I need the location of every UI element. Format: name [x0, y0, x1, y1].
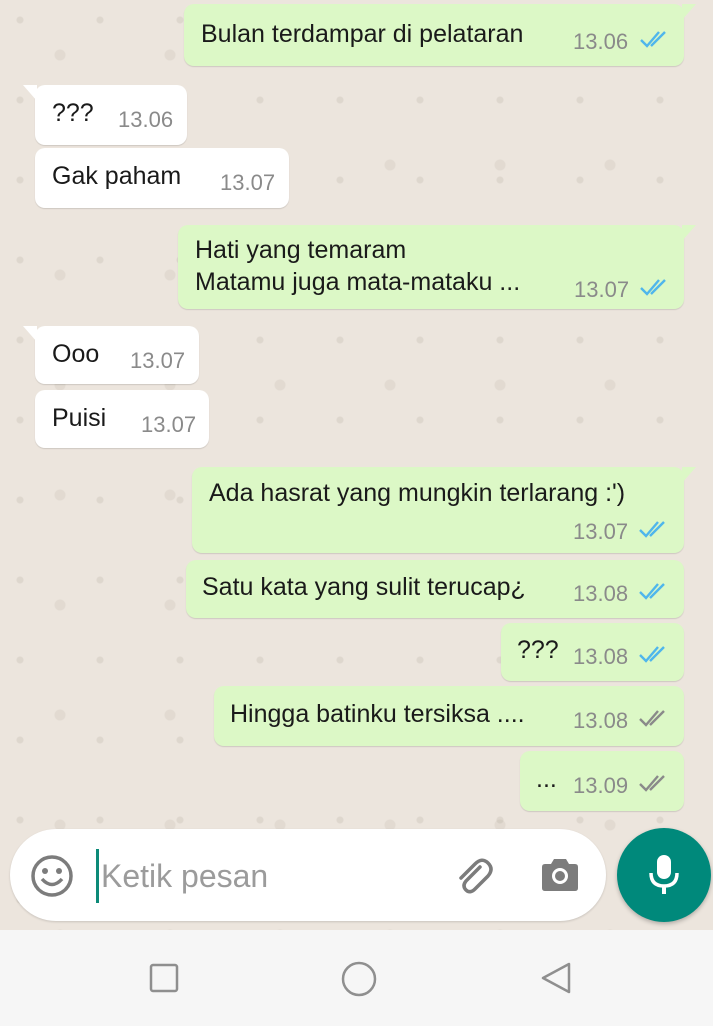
bubble-tail — [23, 85, 37, 101]
bubble-tail — [682, 225, 696, 241]
message-time: 13.07 — [130, 348, 186, 373]
message-time: 13.07 — [573, 519, 629, 544]
double-check-read-icon — [640, 279, 666, 296]
microphone-icon — [649, 855, 679, 894]
emoji-icon[interactable] — [30, 854, 74, 898]
message-time: 13.06 — [118, 107, 174, 132]
message-text: Puisi — [52, 404, 107, 432]
message-bubble-outgoing[interactable]: ??? 13.08 — [501, 623, 684, 681]
message-text: Ooo — [52, 340, 100, 368]
chat-background: Bulan terdampar di pelataran 13.06 ??? 1… — [0, 0, 713, 930]
message-bubble-outgoing[interactable]: Hingga batinku tersiksa .... 13.08 — [214, 686, 684, 746]
double-check-read-icon — [640, 31, 666, 48]
bubble-tail — [682, 467, 696, 483]
message-text: Hingga batinku tersiksa .... — [230, 700, 525, 728]
message-time: 13.08 — [573, 708, 629, 733]
circle-home-icon[interactable] — [340, 960, 378, 998]
system-navigation-bar — [0, 930, 713, 1026]
square-recents-icon[interactable] — [148, 962, 180, 994]
message-text: Satu kata yang sulit terucap¿ — [202, 573, 526, 601]
message-time: 13.07 — [220, 170, 276, 195]
message-composer — [10, 829, 606, 921]
bubble-tail — [682, 4, 696, 20]
message-text: Gak paham — [52, 162, 182, 190]
message-text: Bulan terdampar di pelataran — [201, 20, 524, 48]
double-check-delivered-icon — [639, 775, 665, 792]
message-bubble-outgoing[interactable]: Hati yang temaram Matamu juga mata-matak… — [178, 225, 696, 309]
message-bubble-outgoing[interactable]: Ada hasrat yang mungkin terlarang :') 13… — [192, 467, 696, 553]
double-check-read-icon — [639, 646, 665, 663]
message-bubble-outgoing[interactable]: Bulan terdampar di pelataran 13.06 — [184, 4, 696, 66]
message-text: ??? — [517, 636, 559, 664]
message-time: 13.08 — [573, 581, 629, 606]
paperclip-icon[interactable] — [450, 853, 496, 899]
triangle-back-icon[interactable] — [538, 960, 574, 996]
double-check-read-icon — [639, 521, 665, 538]
message-bubble-incoming[interactable]: Puisi 13.07 — [35, 390, 209, 448]
double-check-delivered-icon — [639, 710, 665, 727]
microphone-button[interactable] — [617, 828, 711, 922]
message-bubble-incoming[interactable]: Ooo 13.07 — [23, 326, 199, 384]
message-bubble-outgoing[interactable]: Satu kata yang sulit terucap¿ 13.08 — [186, 560, 684, 618]
message-text: Hati yang temaram Matamu juga mata-matak… — [195, 236, 521, 296]
message-time: 13.09 — [573, 773, 629, 798]
message-bubble-incoming[interactable]: Gak paham 13.07 — [35, 148, 289, 208]
message-time: 13.08 — [573, 644, 629, 669]
message-input[interactable] — [96, 849, 433, 903]
message-bubble-outgoing[interactable]: ... 13.09 — [520, 751, 684, 811]
message-time: 13.07 — [141, 412, 197, 437]
message-time: 13.06 — [573, 29, 629, 54]
bubble-tail — [23, 326, 37, 342]
message-time: 13.07 — [574, 277, 630, 302]
message-text: ??? — [52, 99, 94, 127]
message-bubble-incoming[interactable]: ??? 13.06 — [23, 85, 187, 145]
double-check-read-icon — [639, 583, 665, 600]
camera-icon[interactable] — [538, 853, 582, 897]
message-text: Ada hasrat yang mungkin terlarang :') — [209, 479, 626, 507]
message-text: ... — [536, 765, 557, 793]
